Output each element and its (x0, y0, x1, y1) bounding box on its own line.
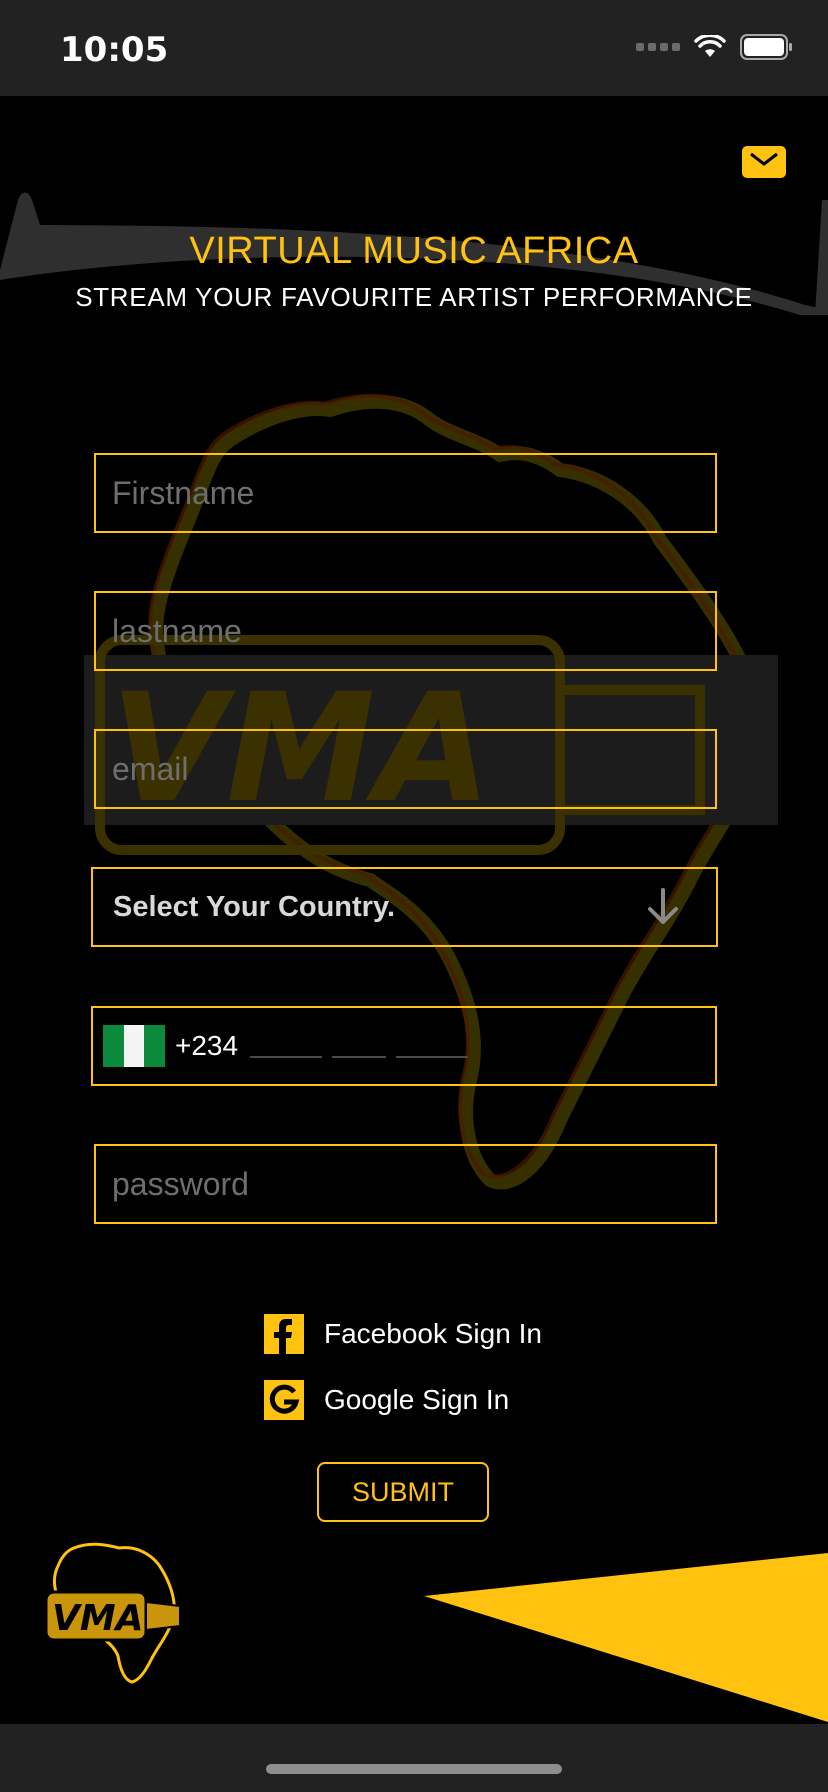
firstname-field (94, 453, 717, 533)
phone-number-placeholder (250, 1056, 469, 1058)
bottom-bar (0, 1724, 828, 1792)
app-subtitle: STREAM YOUR FAVOURITE ARTIST PERFORMANCE (75, 282, 753, 312)
google-sign-in-button[interactable]: Google Sign In (264, 1380, 509, 1420)
facebook-sign-in-button[interactable]: Facebook Sign In (264, 1314, 542, 1354)
mail-icon (750, 152, 778, 166)
firstname-input[interactable] (96, 455, 715, 531)
email-input[interactable] (96, 731, 715, 807)
signup-screen: 10:05 VMA VIRTUAL MUSIC AFRICA STREAM YO… (0, 0, 828, 1792)
svg-text:VMA: VMA (52, 1598, 144, 1639)
facebook-sign-in-label: Facebook Sign In (324, 1318, 542, 1349)
lastname-field (94, 591, 717, 671)
country-select[interactable]: Select Your Country. (91, 867, 718, 947)
country-select-label: Select Your Country. (113, 890, 395, 923)
email-field (94, 729, 717, 809)
mail-button[interactable] (742, 146, 786, 178)
phone-field[interactable]: +234 (91, 1006, 717, 1086)
arrow-down-icon (646, 888, 680, 926)
app-title: VIRTUAL MUSIC AFRICA (189, 230, 639, 272)
google-sign-in-label: Google Sign In (324, 1384, 510, 1415)
dial-code: +234 (175, 1030, 239, 1061)
password-field (94, 1144, 717, 1224)
vma-logo: VMA (44, 1542, 181, 1684)
nigeria-flag-icon[interactable] (103, 1025, 166, 1067)
home-indicator[interactable] (266, 1764, 562, 1774)
lastname-input[interactable] (96, 593, 715, 669)
password-input[interactable] (96, 1146, 715, 1222)
submit-button[interactable]: SUBMIT (317, 1462, 489, 1522)
facebook-icon (264, 1314, 304, 1354)
google-icon (264, 1380, 304, 1420)
